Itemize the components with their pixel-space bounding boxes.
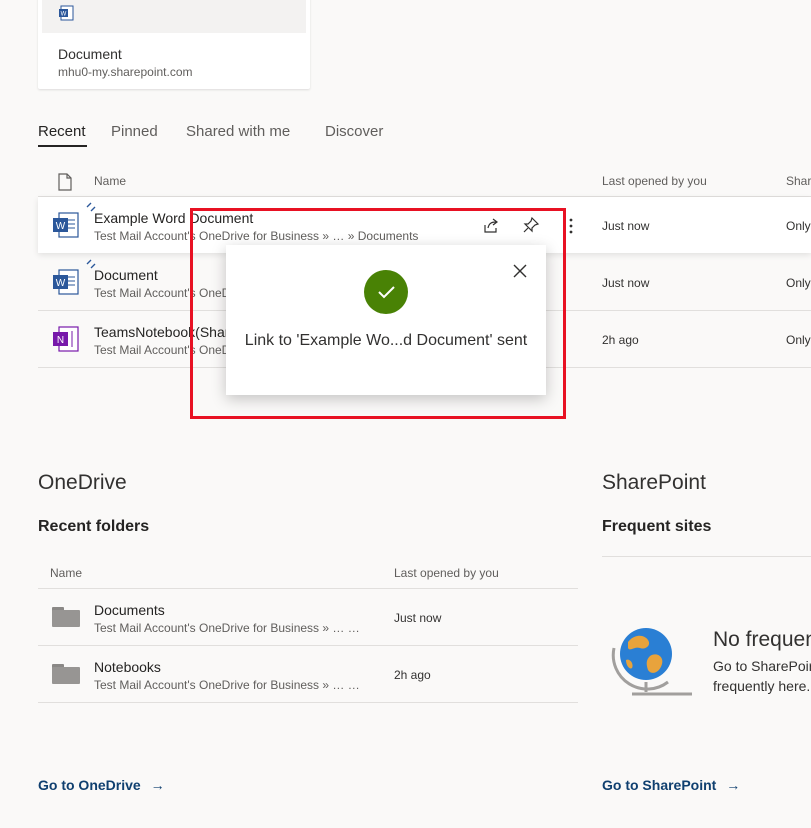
last-opened-date: Just now xyxy=(602,276,650,290)
no-frequent-sites-line1: Go to SharePoir xyxy=(713,658,811,674)
divider xyxy=(38,645,578,646)
tab-pinned[interactable]: Pinned xyxy=(111,123,158,140)
folder-path: Test Mail Account's OneDrive for Busines… xyxy=(94,678,360,692)
folder-name[interactable]: Documents xyxy=(94,602,165,618)
tab-recent[interactable]: Recent xyxy=(38,123,86,140)
go-to-onedrive-link[interactable]: Go to OneDrive → xyxy=(38,777,165,793)
word-icon: W xyxy=(59,5,74,21)
sharepoint-title: SharePoint xyxy=(602,471,706,494)
svg-text:N: N xyxy=(57,335,64,346)
sharing-status: Only xyxy=(786,276,811,290)
folder-name[interactable]: Notebooks xyxy=(94,659,161,675)
globe-illustration-icon xyxy=(611,628,692,696)
divider xyxy=(38,702,578,703)
column-header-name[interactable]: Name xyxy=(94,174,126,188)
svg-text:W: W xyxy=(56,221,66,232)
folder-path: Test Mail Account's OneDrive for Busines… xyxy=(94,621,360,635)
recent-file-card[interactable]: W Document mhu0-my.sharepoint.com xyxy=(38,0,310,89)
last-opened-date: Just now xyxy=(602,219,650,233)
card-subtitle: mhu0-my.sharepoint.com xyxy=(58,65,193,79)
file-type-icon xyxy=(58,173,72,191)
file-name[interactable]: Document xyxy=(94,267,158,283)
arrow-right-icon: → xyxy=(726,777,741,793)
svg-text:W: W xyxy=(61,12,67,18)
word-icon: W xyxy=(53,212,79,238)
frequent-sites-title: Frequent sites xyxy=(602,518,712,535)
folder-icon xyxy=(52,664,80,684)
word-icon: W xyxy=(53,269,79,295)
go-to-sharepoint-link[interactable]: Go to SharePoint → xyxy=(602,777,740,793)
column-header-last-opened[interactable]: Last opened by you xyxy=(394,566,499,580)
folder-icon xyxy=(52,607,80,627)
last-opened-date: 2h ago xyxy=(394,668,431,682)
onenote-icon: N xyxy=(53,326,79,352)
sharing-status: Only xyxy=(786,219,811,233)
recent-folders-title: Recent folders xyxy=(38,518,150,535)
arrow-right-icon: → xyxy=(150,777,165,793)
no-frequent-sites-title: No frequen xyxy=(713,628,811,651)
column-header-last-opened[interactable]: Last opened by you xyxy=(602,174,707,188)
tab-active-indicator xyxy=(38,145,87,147)
onedrive-title: OneDrive xyxy=(38,471,127,494)
divider xyxy=(38,588,578,589)
svg-text:W: W xyxy=(56,278,66,289)
column-header-sharing[interactable]: Shari xyxy=(786,174,811,188)
sharing-status: Only xyxy=(786,333,811,347)
column-header-name[interactable]: Name xyxy=(50,566,82,580)
no-frequent-sites-line2: frequently here. xyxy=(713,678,811,694)
divider xyxy=(602,556,811,557)
card-title: Document xyxy=(58,46,122,62)
highlight-box xyxy=(190,208,566,419)
last-opened-date: Just now xyxy=(394,611,442,625)
tab-shared-with-me[interactable]: Shared with me xyxy=(186,123,290,140)
card-thumbnail: W xyxy=(42,0,306,33)
tab-discover[interactable]: Discover xyxy=(325,123,383,140)
last-opened-date: 2h ago xyxy=(602,333,639,347)
more-options-icon[interactable] xyxy=(566,217,576,235)
